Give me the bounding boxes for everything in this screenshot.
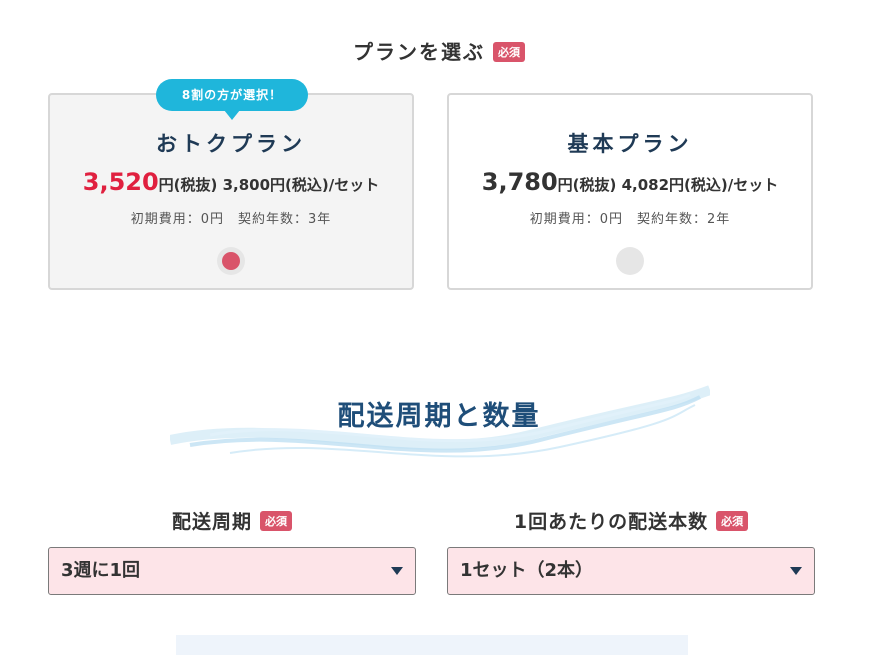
plan-name: 基本プラン	[567, 132, 693, 156]
price-main: 3,520	[82, 168, 159, 196]
next-section-panel	[176, 635, 688, 655]
plan-card-basic[interactable]: 基本プラン 3,780円(税抜) 4,082円(税込)/セット 初期費用：0円 …	[447, 93, 813, 290]
delivery-section-title: 配送周期と数量	[337, 401, 541, 432]
required-badge: 必須	[493, 41, 525, 62]
plan-heading-text: プランを選ぶ	[353, 40, 485, 64]
plan-price: 3,520円(税抜) 3,800円(税込)/セット	[50, 168, 412, 196]
quantity-value: 1セット（2本）	[460, 560, 594, 581]
quantity-label-text: 1回あたりの配送本数	[513, 511, 709, 533]
chevron-down-icon	[391, 567, 403, 575]
recommended-badge: 8割の方が選択！	[156, 79, 308, 120]
cycle-label-text: 配送周期	[171, 511, 252, 533]
price-detail: 円(税抜) 3,800円(税込)/セット	[158, 176, 380, 194]
plan-card-otoku[interactable]: おトクプラン 3,520円(税抜) 3,800円(税込)/セット 初期費用：0円…	[48, 93, 414, 290]
plan-price: 3,780円(税抜) 4,082円(税込)/セット	[449, 168, 811, 196]
quantity-label: 1回あたりの配送本数 必須	[447, 507, 815, 534]
price-detail: 円(税抜) 4,082円(税込)/セット	[557, 176, 779, 194]
plan-meta: 初期費用：0円 契約年数：2年	[529, 212, 731, 227]
quantity-select[interactable]: 1セット（2本）	[447, 547, 815, 595]
cycle-label: 配送周期 必須	[48, 507, 416, 534]
chevron-down-icon	[790, 567, 802, 575]
required-badge: 必須	[260, 510, 292, 531]
plan-meta: 初期費用：0円 契約年数：3年	[130, 212, 332, 227]
radio-unchecked-icon[interactable]	[616, 247, 644, 275]
radio-checked-icon[interactable]	[217, 247, 245, 275]
price-main: 3,780	[481, 168, 558, 196]
delivery-cycle-value: 3週に1回	[61, 560, 141, 581]
plan-name: おトクプラン	[156, 132, 306, 156]
required-badge: 必須	[716, 510, 749, 531]
delivery-cycle-select[interactable]: 3週に1回	[48, 547, 416, 595]
plan-section-heading: プランを選ぶ 必須	[0, 36, 878, 65]
